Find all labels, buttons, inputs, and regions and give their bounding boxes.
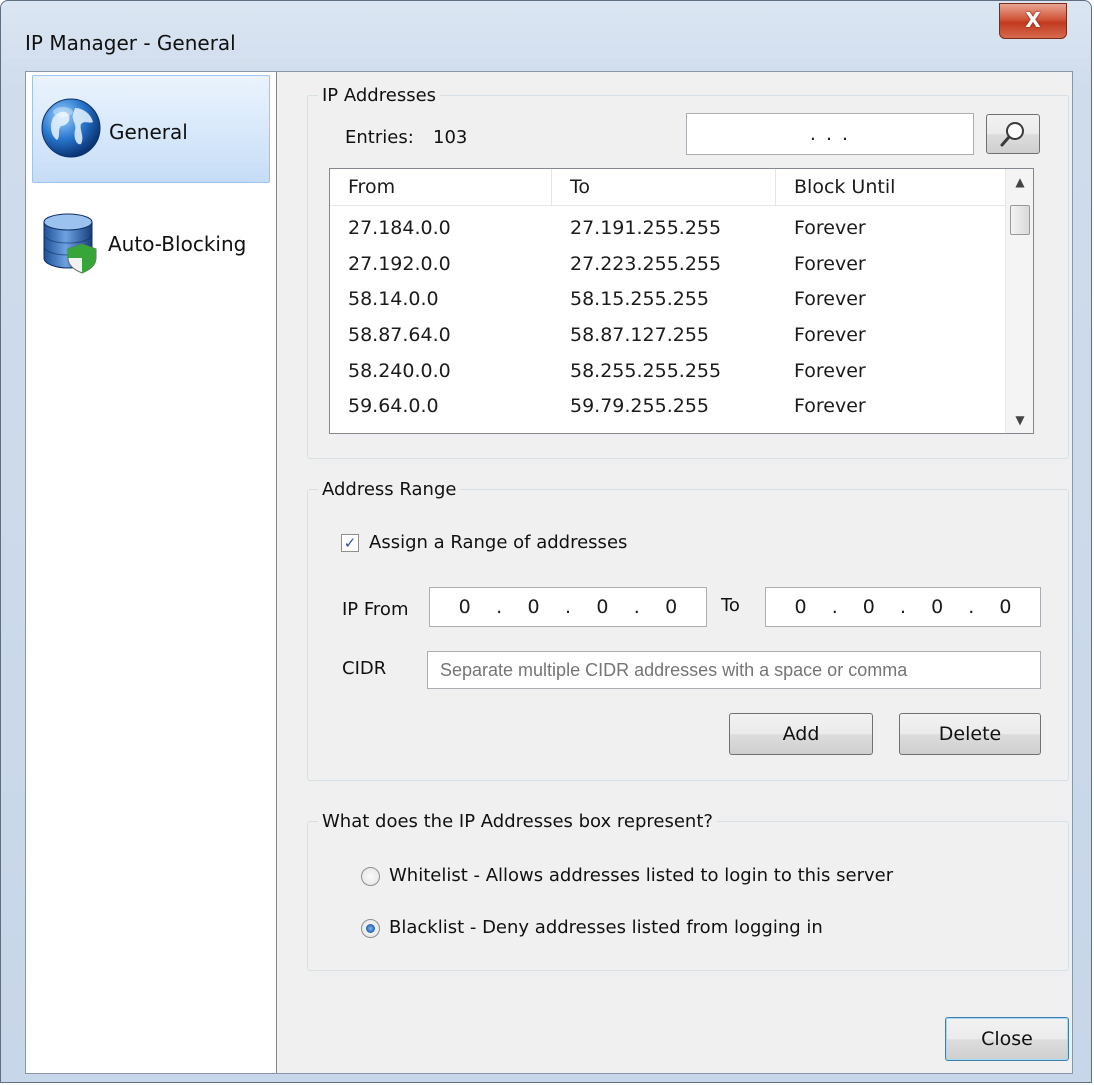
window-title: IP Manager - General bbox=[25, 31, 236, 55]
cell-block-until: Forever bbox=[794, 253, 866, 275]
octet: 0 bbox=[999, 596, 1012, 618]
sidebar-item-auto-blocking[interactable]: Auto-Blocking bbox=[32, 188, 270, 296]
column-header-block-until[interactable]: Block Until bbox=[776, 169, 1005, 205]
table-row[interactable]: 59.64.0.0 59.79.255.255 Forever bbox=[330, 389, 1005, 424]
cell-to: 58.87.127.255 bbox=[570, 324, 710, 346]
scroll-thumb[interactable] bbox=[1010, 205, 1030, 235]
add-button[interactable]: Add bbox=[729, 713, 873, 755]
sidebar-item-label: General bbox=[109, 120, 188, 144]
whitelist-label: Whitelist - Allows addresses listed to l… bbox=[389, 865, 894, 886]
octet-dot: . bbox=[496, 596, 503, 618]
blacklist-label: Blacklist - Deny addresses listed from l… bbox=[389, 917, 823, 938]
scroll-down-arrow-icon[interactable]: ▼ bbox=[1006, 407, 1033, 433]
globe-icon bbox=[41, 98, 101, 158]
ip-to-input[interactable]: 0 . 0 . 0 . 0 bbox=[765, 587, 1041, 627]
octet: 0 bbox=[862, 596, 875, 618]
ip-addresses-legend: IP Addresses bbox=[322, 85, 437, 106]
cell-to: 58.15.255.255 bbox=[570, 288, 710, 310]
octet: 0 bbox=[931, 596, 944, 618]
database-shield-icon bbox=[43, 213, 97, 274]
octet-dot: . bbox=[968, 596, 975, 618]
cell-from: 27.184.0.0 bbox=[348, 217, 451, 239]
scroll-up-arrow-icon[interactable]: ▲ bbox=[1006, 169, 1033, 195]
list-vertical-scrollbar[interactable]: ▲ ▼ bbox=[1005, 169, 1033, 433]
delete-button[interactable]: Delete bbox=[899, 713, 1041, 755]
cell-to: 27.223.255.255 bbox=[570, 253, 722, 275]
magnifier-icon bbox=[1000, 122, 1024, 147]
octet: 0 bbox=[665, 596, 678, 618]
ip-to-label: To bbox=[721, 595, 740, 616]
table-row[interactable]: 27.184.0.0 27.191.255.255 Forever bbox=[330, 211, 1005, 246]
blacklist-radio[interactable] bbox=[361, 919, 380, 938]
cell-from: 58.240.0.0 bbox=[348, 360, 451, 382]
sidebar: General Auto-Blocking bbox=[26, 72, 277, 1073]
ip-from-label: IP From bbox=[342, 599, 409, 620]
list-header: From To Block Until bbox=[330, 169, 1005, 206]
entries-count: 103 bbox=[433, 127, 468, 148]
cell-block-until: Forever bbox=[794, 395, 866, 417]
cell-from: 58.87.64.0 bbox=[348, 324, 451, 346]
column-header-from[interactable]: From bbox=[330, 169, 552, 205]
entries-label: Entries: bbox=[345, 127, 414, 148]
octet-dot: . bbox=[633, 596, 640, 618]
search-button[interactable] bbox=[986, 114, 1040, 154]
sidebar-item-general[interactable]: General bbox=[32, 75, 270, 183]
octet-dot: . bbox=[831, 596, 838, 618]
cell-block-until: Forever bbox=[794, 360, 866, 382]
ip-manager-window: IP Manager - General X General Auto-Bloc… bbox=[0, 0, 1092, 1083]
cell-to: 58.255.255.255 bbox=[570, 360, 722, 382]
address-range-legend: Address Range bbox=[322, 479, 457, 500]
octet: 0 bbox=[794, 596, 807, 618]
table-row[interactable]: 27.192.0.0 27.223.255.255 Forever bbox=[330, 247, 1005, 282]
represent-legend: What does the IP Addresses box represent… bbox=[322, 811, 713, 832]
octet: 0 bbox=[596, 596, 609, 618]
cell-to: 27.191.255.255 bbox=[570, 217, 722, 239]
table-row[interactable]: 58.240.0.0 58.255.255.255 Forever bbox=[330, 354, 1005, 389]
represent-group: What does the IP Addresses box represent… bbox=[307, 811, 1069, 971]
sidebar-item-label: Auto-Blocking bbox=[108, 232, 247, 256]
assign-range-label: Assign a Range of addresses bbox=[369, 532, 628, 553]
whitelist-radio[interactable] bbox=[361, 867, 380, 886]
ip-search-input[interactable]: . . . bbox=[686, 113, 974, 155]
octet-dot: . bbox=[899, 596, 906, 618]
column-header-to[interactable]: To bbox=[552, 169, 776, 205]
cell-from: 59.64.0.0 bbox=[348, 395, 439, 417]
cell-block-until: Forever bbox=[794, 217, 866, 239]
table-row[interactable]: 58.14.0.0 58.15.255.255 Forever bbox=[330, 282, 1005, 317]
cidr-label: CIDR bbox=[342, 658, 387, 679]
window-close-icon[interactable]: X bbox=[999, 3, 1067, 39]
cell-from: 58.14.0.0 bbox=[348, 288, 439, 310]
octet: 0 bbox=[527, 596, 540, 618]
cell-from: 27.192.0.0 bbox=[348, 253, 451, 275]
cell-to: 59.79.255.255 bbox=[570, 395, 710, 417]
close-button[interactable]: Close bbox=[945, 1017, 1069, 1061]
cell-block-until: Forever bbox=[794, 324, 866, 346]
assign-range-checkbox[interactable]: ✓ bbox=[341, 534, 359, 552]
octet: 0 bbox=[458, 596, 471, 618]
cidr-input[interactable] bbox=[427, 651, 1041, 689]
ip-address-list[interactable]: From To Block Until 27.184.0.0 27.191.25… bbox=[329, 168, 1034, 434]
ip-from-input[interactable]: 0 . 0 . 0 . 0 bbox=[429, 587, 707, 627]
cell-block-until: Forever bbox=[794, 288, 866, 310]
octet-dot: . bbox=[564, 596, 571, 618]
table-row[interactable]: 58.87.64.0 58.87.127.255 Forever bbox=[330, 318, 1005, 353]
